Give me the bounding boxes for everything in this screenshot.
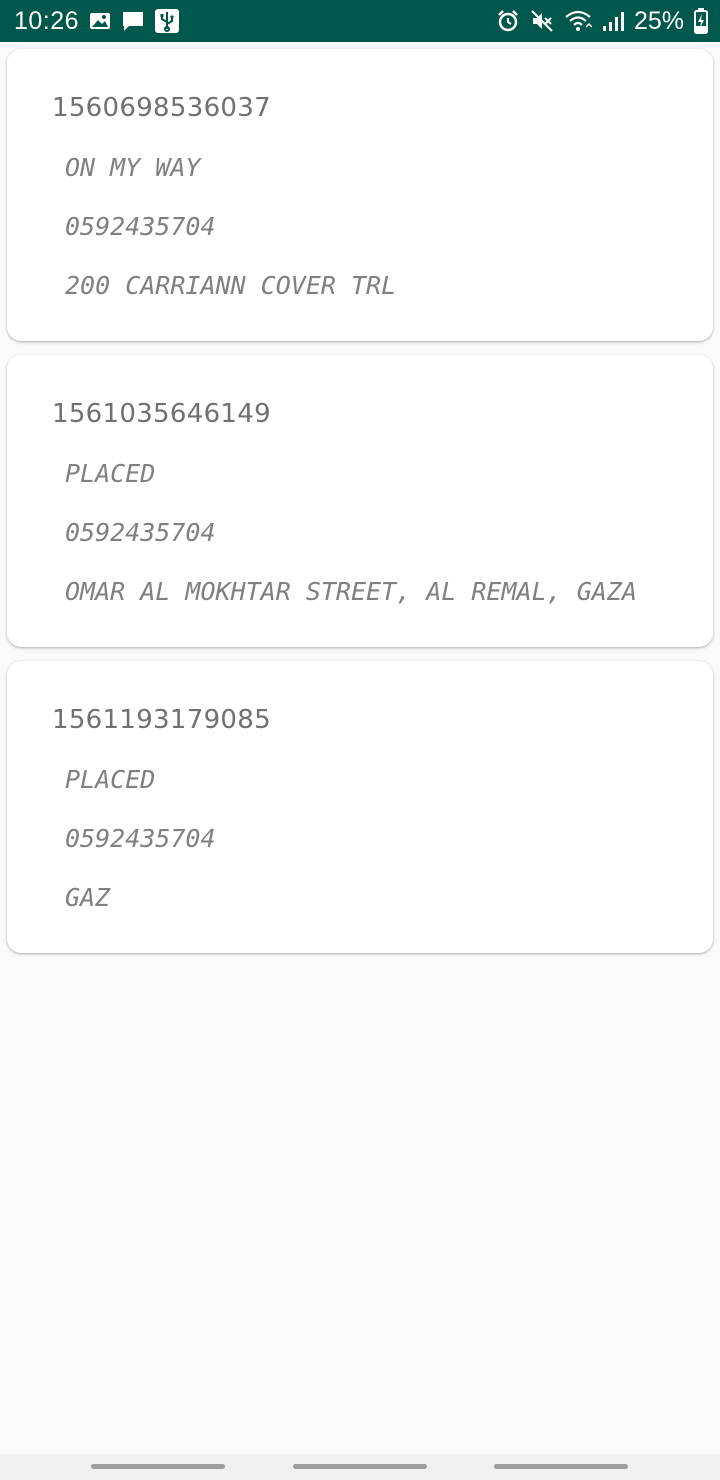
order-status: PLACED xyxy=(65,765,156,794)
recent-apps-button[interactable] xyxy=(91,1464,225,1469)
order-status: PLACED xyxy=(65,459,156,488)
back-button[interactable] xyxy=(494,1464,628,1469)
clock: 10:26 xyxy=(14,6,80,35)
battery-percentage: 25% xyxy=(633,6,684,35)
order-address: OMAR AL MOKHTAR STREET, AL REMAL, GAZA xyxy=(65,577,637,606)
order-card[interactable]: 1561193179085 PLACED 0592435704 GAZ xyxy=(7,661,713,953)
order-id: 1561035646149 xyxy=(52,399,271,429)
wifi-icon xyxy=(564,9,592,33)
usb-icon xyxy=(155,9,180,33)
mute-icon xyxy=(530,9,554,33)
navigation-bar xyxy=(0,1454,720,1480)
battery-charging-icon xyxy=(694,8,708,34)
alarm-icon xyxy=(496,9,520,33)
image-icon xyxy=(89,11,111,31)
order-phone: 0592435704 xyxy=(65,824,216,853)
order-address: 200 CARRIANN COVER TRL xyxy=(65,271,397,300)
order-card[interactable]: 1560698536037 ON MY WAY 0592435704 200 C… xyxy=(7,49,713,341)
order-phone: 0592435704 xyxy=(65,212,216,241)
order-address: GAZ xyxy=(65,883,111,912)
order-card[interactable]: 1561035646149 PLACED 0592435704 OMAR AL … xyxy=(7,355,713,647)
status-bar: 10:26 25% xyxy=(0,0,720,42)
home-button[interactable] xyxy=(293,1464,427,1469)
signal-icon xyxy=(602,10,624,32)
order-phone: 0592435704 xyxy=(65,518,216,547)
message-icon xyxy=(121,10,145,32)
order-status: ON MY WAY xyxy=(65,153,201,182)
order-id: 1561193179085 xyxy=(52,705,271,735)
order-id: 1560698536037 xyxy=(52,93,271,123)
